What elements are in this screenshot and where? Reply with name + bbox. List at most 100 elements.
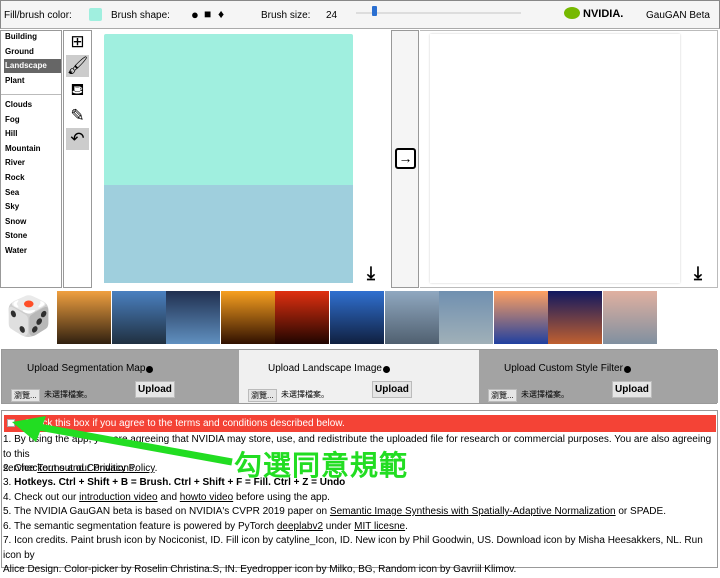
undo-icon[interactable]: ↶: [66, 128, 89, 150]
divider: [1, 94, 61, 95]
label-ground[interactable]: Ground: [4, 45, 61, 59]
label-sky[interactable]: Sky: [4, 200, 61, 214]
upload-button[interactable]: Upload: [135, 381, 175, 398]
label-hill[interactable]: Hill: [4, 127, 61, 141]
label-river[interactable]: River: [4, 156, 61, 170]
app-title: GauGAN Beta: [646, 10, 710, 21]
brush-size-slider-thumb[interactable]: [372, 6, 377, 16]
output-image: [430, 34, 680, 283]
upload-section: Upload Segmentation Map 瀏覽... 未選擇檔案。 Upload: [2, 350, 239, 403]
t: .: [405, 521, 408, 532]
style-thumbnail[interactable]: [166, 291, 221, 344]
arrow-shaft: [27, 421, 233, 466]
intro-video-link[interactable]: introduction video: [79, 492, 157, 503]
annotation-text: 勾選同意規範: [234, 450, 409, 481]
upload-title: Upload Segmentation Map: [27, 363, 154, 374]
term-4: 4. Check out our introduction video and …: [3, 491, 717, 506]
fill-color-swatch[interactable]: [89, 8, 102, 21]
download-output-icon[interactable]: ⤓: [694, 263, 702, 284]
howto-video-link[interactable]: howto video: [180, 492, 233, 503]
t: under: [323, 521, 355, 532]
label-mountain[interactable]: Mountain: [4, 142, 61, 156]
style-thumbnail[interactable]: [548, 291, 603, 344]
upload-section: Upload Custom Style Filter 瀏覽... 未選擇檔案。 Upl…: [479, 350, 718, 403]
upload-title: Upload Landscape Image: [268, 363, 390, 374]
fill-icon[interactable]: ⛾: [66, 80, 89, 102]
upload-title-text: Upload Custom Style Filter: [504, 363, 623, 374]
style-thumbnail[interactable]: [57, 291, 111, 344]
label-building[interactable]: Building: [4, 30, 61, 44]
label-palette: Building Ground Landscape Plant Clouds Fog Hil…: [0, 30, 62, 288]
style-thumbnails: 🎲: [0, 289, 720, 347]
browse-button[interactable]: 瀏覽...: [488, 389, 517, 402]
segmentation-canvas-water[interactable]: [104, 185, 353, 283]
label-water[interactable]: Water: [4, 244, 61, 258]
brush-shape-diamond[interactable]: ♦: [218, 7, 224, 21]
upload-button[interactable]: Upload: [612, 381, 652, 398]
t: 5. The NVIDIA GauGAN beta is based on NV…: [3, 506, 330, 517]
annotation-arrow: [12, 416, 233, 466]
label-landscape[interactable]: Landscape: [4, 59, 61, 74]
paper-link[interactable]: Semantic Image Synthesis with Spatially-…: [330, 506, 616, 517]
style-thumbnail[interactable]: [384, 291, 439, 344]
style-thumbnail[interactable]: [603, 291, 657, 344]
upload-button[interactable]: Upload: [372, 381, 412, 398]
no-file-label: 未選擇檔案。: [44, 390, 92, 399]
eyedropper-icon[interactable]: ✎: [66, 105, 89, 127]
arrow-head: [12, 416, 46, 442]
label-stone[interactable]: Stone: [4, 229, 61, 243]
brush-shape-square[interactable]: ■: [204, 7, 211, 21]
term-5: 5. The NVIDIA GauGAN beta is based on NV…: [3, 505, 717, 520]
t: before using the app.: [233, 492, 330, 503]
nvidia-logo-icon: [564, 7, 580, 19]
browse-button[interactable]: 瀏覽...: [11, 389, 40, 402]
label-fog[interactable]: Fog: [4, 113, 61, 127]
t: 6. The semantic segmentation feature is …: [3, 521, 277, 532]
brush-shape-label: Brush shape:: [111, 10, 170, 21]
brush-size-value: 24: [326, 10, 338, 21]
info-icon[interactable]: [382, 366, 390, 373]
brush-size-label: Brush size:: [261, 10, 311, 21]
style-thumbnail[interactable]: [439, 291, 494, 344]
term-6: 6. The semantic segmentation feature is …: [3, 520, 717, 535]
style-thumbnail[interactable]: [111, 291, 166, 344]
t: Alice Design. Color-picker by Roselin Ch…: [3, 564, 517, 575]
browse-button[interactable]: 瀏覽...: [248, 389, 277, 402]
style-thumbnail[interactable]: [330, 291, 384, 344]
toolbar: Fill/brush color: Brush shape: ● ■ ♦ Bru…: [0, 0, 720, 29]
brush-shape-circle[interactable]: ●: [191, 7, 199, 22]
download-segmentation-icon[interactable]: ⤓: [367, 263, 375, 284]
info-icon[interactable]: [146, 366, 154, 373]
fill-color-label: Fill/brush color:: [4, 10, 72, 21]
style-thumbnail[interactable]: [275, 291, 330, 344]
upload-section: Upload Landscape Image 瀏覽... 未選擇檔案。 Upload: [239, 350, 479, 403]
label-snow[interactable]: Snow: [4, 215, 61, 229]
label-rock[interactable]: Rock: [4, 171, 61, 185]
style-thumbnail[interactable]: [220, 291, 275, 344]
t: or SPADE.: [615, 506, 666, 517]
t: 3.: [3, 477, 15, 488]
brush-size-slider[interactable]: [356, 12, 521, 14]
upload-title-text: Upload Landscape Image: [268, 363, 382, 374]
label-sea[interactable]: Sea: [4, 186, 61, 200]
tool-column: ⊞ 🖌 ⛾ ✎ ↶: [63, 30, 92, 288]
no-file-label: 未選擇檔案。: [521, 390, 569, 399]
mit-license-link[interactable]: MIT licesne: [354, 521, 405, 532]
brush-icon[interactable]: 🖌: [66, 55, 89, 77]
label-plant[interactable]: Plant: [4, 74, 61, 88]
info-icon[interactable]: [623, 366, 631, 373]
upload-title: Upload Custom Style Filter: [504, 363, 631, 374]
new-icon[interactable]: ⊞: [66, 31, 89, 53]
label-clouds[interactable]: Clouds: [4, 98, 61, 112]
nvidia-brand: NVIDIA.: [583, 8, 624, 20]
style-thumbnail[interactable]: [493, 291, 548, 344]
t: and: [157, 492, 180, 503]
deeplab-link[interactable]: deeplabv2: [277, 521, 323, 532]
run-arrow-icon[interactable]: →: [395, 148, 416, 169]
segmentation-canvas-sky[interactable]: [104, 34, 353, 185]
t: 4. Check out our: [3, 492, 80, 503]
no-file-label: 未選擇檔案。: [281, 390, 329, 399]
t: 7. Icon credits. Paint brush icon by Noc…: [3, 535, 703, 561]
upload-title-text: Upload Segmentation Map: [27, 363, 146, 374]
random-dice-icon[interactable]: 🎲: [4, 291, 54, 344]
